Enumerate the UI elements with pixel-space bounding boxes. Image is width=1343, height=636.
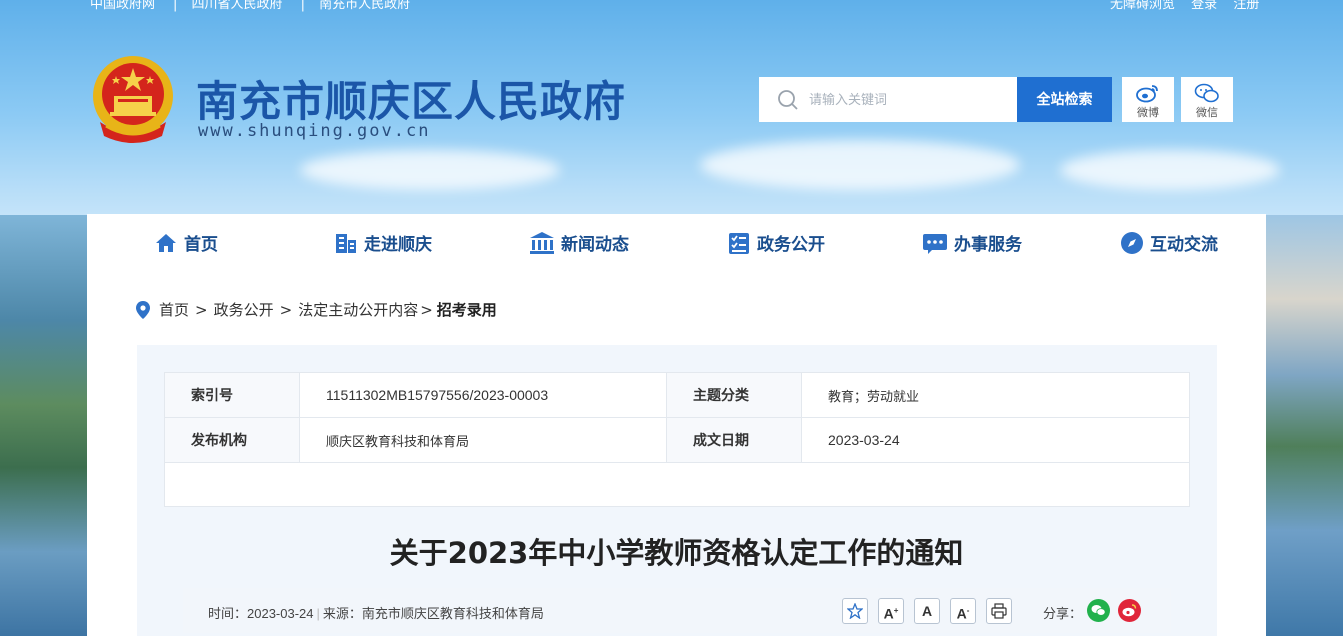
- checklist-icon: [729, 232, 749, 254]
- breadcrumb-statutory[interactable]: 法定主动公开内容: [298, 299, 418, 320]
- nav-item-gov-affairs[interactable]: 政务公开: [727, 230, 825, 255]
- national-emblem-icon: [93, 56, 173, 143]
- weibo-label: 微博: [1137, 106, 1159, 119]
- nav-item-interaction[interactable]: 互动交流: [1120, 230, 1218, 255]
- nav-item-services[interactable]: 办事服务: [922, 230, 1022, 255]
- breadcrumb-gov-affairs[interactable]: 政务公开: [214, 299, 274, 320]
- date-value: 2023-03-24: [801, 417, 1190, 463]
- top-bar: 中国政府网 | 四川省人民政府 | 南充市人民政府 无障碍浏览 登录 注册: [0, 0, 1343, 12]
- wechat-share-icon: [1091, 605, 1106, 616]
- login-link[interactable]: 登录: [1191, 0, 1217, 12]
- weibo-share-icon: [1122, 604, 1137, 617]
- share-wechat-button[interactable]: [1087, 599, 1110, 622]
- weixin-label: 微信: [1196, 106, 1218, 119]
- metadata-blank-row: [164, 462, 1190, 507]
- site-title[interactable]: 南充市顺庆区人民政府: [196, 68, 626, 129]
- topbar-link-gov[interactable]: 中国政府网: [90, 0, 155, 12]
- date-label: 成文日期: [666, 417, 802, 463]
- font-normal-glyph: A: [921, 603, 933, 619]
- service-icon: [923, 233, 947, 254]
- museum-icon: [530, 231, 554, 254]
- nav-item-news[interactable]: 新闻动态: [529, 230, 629, 255]
- topic-label: 主题分类: [666, 372, 802, 418]
- nav-item-home[interactable]: 首页: [154, 230, 218, 255]
- font-small-glyph: A: [956, 605, 967, 622]
- nav-item-about[interactable]: 走进顺庆: [334, 230, 432, 255]
- compass-icon: [1121, 231, 1143, 254]
- cloud-decoration: [1060, 150, 1280, 190]
- share-weibo-button[interactable]: [1118, 599, 1141, 622]
- source-value: 南充市顺庆区教育科技和体育局: [361, 606, 544, 621]
- nav-label: 互动交流: [1150, 235, 1218, 255]
- weixin-button[interactable]: 微信: [1181, 77, 1233, 122]
- source-label: 来源：: [322, 606, 362, 621]
- search-input[interactable]: [809, 92, 999, 107]
- breadcrumb: 首页 > 政务公开 > 法定主动公开内容 > 招考录用: [136, 299, 497, 320]
- main-nav: 首页 走进顺庆 新闻动态 政务公开 办事服务 互动交流: [87, 214, 1266, 270]
- time-label: 时间：: [208, 606, 248, 621]
- font-increase-button[interactable]: A+: [878, 598, 904, 624]
- article-meta-line: 时间：2023-03-24 | 来源：南充市顺庆区教育科技和体育局: [208, 606, 544, 621]
- wechat-icon: [1194, 83, 1219, 103]
- city-scenery-right: [1265, 215, 1343, 636]
- font-reset-button[interactable]: A: [914, 598, 940, 624]
- font-decrease-button[interactable]: A-: [950, 598, 976, 624]
- site-url: www.shunqing.gov.cn: [198, 121, 431, 141]
- font-large-glyph: A: [883, 605, 894, 622]
- topbar-link-province[interactable]: 四川省人民政府: [192, 0, 283, 12]
- weibo-icon: [1136, 85, 1158, 103]
- index-value: 11511302MB15797556/2023-00003: [299, 372, 667, 418]
- metadata-table: 索引号 11511302MB15797556/2023-00003 主题分类 教…: [164, 372, 1190, 507]
- location-pin-icon: [136, 300, 150, 319]
- city-scenery-left: [0, 215, 88, 636]
- article-title: 关于2023年中小学教师资格认定工作的通知: [389, 536, 964, 570]
- share-label: 分享：: [1043, 606, 1083, 621]
- nav-label: 办事服务: [954, 235, 1022, 255]
- index-label: 索引号: [164, 372, 300, 418]
- building-icon: [336, 233, 356, 253]
- nav-label: 走进顺庆: [364, 235, 432, 255]
- org-label: 发布机构: [164, 417, 300, 463]
- time-value: 2023-03-24: [247, 606, 314, 621]
- nav-label: 政务公开: [757, 235, 825, 255]
- org-value: 顺庆区教育科技和体育局: [299, 417, 667, 463]
- register-link[interactable]: 注册: [1233, 0, 1259, 12]
- site-search-button[interactable]: 全站检索: [1017, 77, 1112, 122]
- nav-label: 新闻动态: [561, 235, 629, 255]
- favorite-button[interactable]: [842, 598, 868, 624]
- topic-value: 教育；劳动就业: [801, 372, 1190, 418]
- article-info-bar: 时间：2023-03-24 | 来源：南充市顺庆区教育科技和体育局 A+ A A- …: [183, 588, 1171, 633]
- accessibility-link[interactable]: 无障碍浏览: [1110, 0, 1175, 12]
- search-box: [759, 77, 1017, 122]
- print-button[interactable]: [986, 598, 1012, 624]
- cloud-decoration: [700, 140, 1020, 190]
- star-icon: [846, 602, 864, 620]
- cloud-decoration: [300, 150, 560, 190]
- nav-label: 首页: [184, 235, 218, 255]
- printer-icon: [991, 603, 1007, 619]
- home-icon: [156, 233, 176, 252]
- main-content-card: 首页 走进顺庆 新闻动态 政务公开 办事服务 互动交流 首页 > 政务公开 > …: [87, 214, 1266, 636]
- search-icon: [778, 89, 798, 110]
- breadcrumb-home[interactable]: 首页: [159, 299, 189, 320]
- topbar-link-city[interactable]: 南充市人民政府: [319, 0, 410, 12]
- weibo-button[interactable]: 微博: [1122, 77, 1174, 122]
- breadcrumb-current[interactable]: 招考录用: [437, 299, 497, 320]
